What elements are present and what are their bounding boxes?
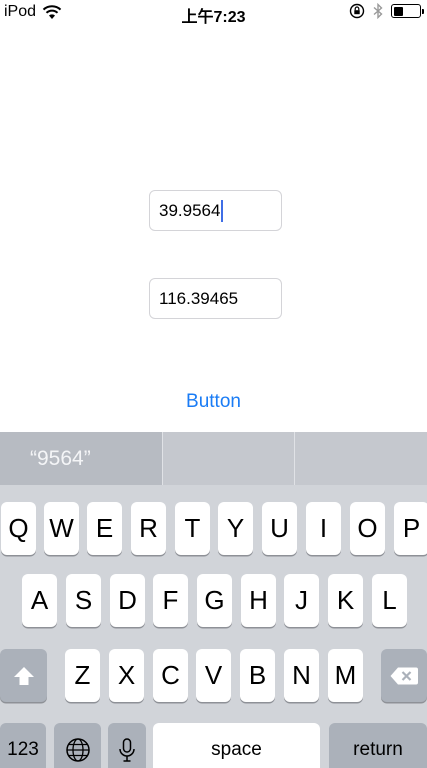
key-t[interactable]: T: [175, 502, 210, 555]
rotation-lock-icon: [349, 3, 365, 19]
text-caret: [221, 199, 224, 222]
globe-key[interactable]: [54, 723, 101, 768]
latitude-field[interactable]: 39.9564: [149, 190, 282, 231]
key-q[interactable]: Q: [1, 502, 36, 555]
key-f[interactable]: F: [153, 574, 188, 627]
latitude-value: 39.9564: [159, 200, 221, 220]
key-w[interactable]: W: [44, 502, 79, 555]
suggestion-item[interactable]: [294, 432, 427, 485]
microphone-icon: [119, 737, 135, 762]
keyboard: Q W E R T Y U I O P A S D F G H J K L Z …: [0, 485, 427, 768]
battery-icon: [391, 4, 424, 18]
key-n[interactable]: N: [284, 649, 319, 702]
delete-key[interactable]: [381, 649, 427, 702]
key-g[interactable]: G: [197, 574, 232, 627]
key-m[interactable]: M: [328, 649, 363, 702]
return-key[interactable]: return: [329, 723, 427, 768]
key-e[interactable]: E: [87, 502, 122, 555]
globe-icon: [65, 737, 90, 762]
key-d[interactable]: D: [110, 574, 145, 627]
suggestion-item[interactable]: “9564”: [0, 432, 162, 485]
suggestion-item[interactable]: [161, 432, 295, 485]
key-z[interactable]: Z: [65, 649, 100, 702]
key-j[interactable]: J: [284, 574, 319, 627]
key-x[interactable]: X: [109, 649, 144, 702]
submit-button[interactable]: Button: [0, 391, 427, 413]
shift-key[interactable]: [0, 649, 47, 702]
key-p[interactable]: P: [394, 502, 427, 555]
key-o[interactable]: O: [350, 502, 385, 555]
key-y[interactable]: Y: [218, 502, 253, 555]
status-right: [349, 3, 424, 19]
longitude-field[interactable]: 116.39465: [149, 278, 282, 319]
battery-level: [393, 6, 404, 16]
shift-icon: [13, 666, 34, 685]
bluetooth-icon: [373, 3, 383, 19]
key-a[interactable]: A: [22, 574, 57, 627]
key-l[interactable]: L: [372, 574, 407, 627]
delete-icon: [390, 667, 418, 684]
status-bar: iPod 上午7:23: [0, 0, 427, 26]
key-h[interactable]: H: [241, 574, 276, 627]
numbers-key[interactable]: 123: [0, 723, 46, 768]
longitude-value: 116.39465: [159, 288, 239, 308]
key-k[interactable]: K: [328, 574, 363, 627]
key-s[interactable]: S: [66, 574, 101, 627]
key-b[interactable]: B: [240, 649, 275, 702]
microphone-key[interactable]: [108, 723, 146, 768]
key-c[interactable]: C: [153, 649, 188, 702]
space-key[interactable]: space: [153, 723, 320, 768]
key-v[interactable]: V: [196, 649, 231, 702]
key-u[interactable]: U: [262, 502, 297, 555]
key-i[interactable]: I: [306, 502, 341, 555]
suggestion-bar: “9564”: [0, 432, 427, 485]
battery-nub: [421, 9, 424, 14]
key-r[interactable]: R: [131, 502, 166, 555]
